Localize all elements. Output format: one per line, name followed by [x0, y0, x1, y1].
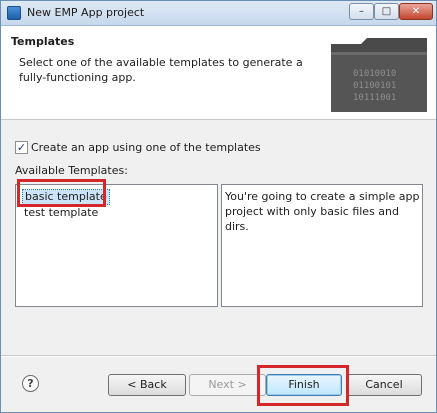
wizard-header: Templates Select one of the available te…: [1, 26, 436, 120]
page-description: Select one of the available templates to…: [19, 56, 303, 84]
folder-icon: 01010010 01100101 10111001: [331, 38, 427, 112]
banner-binary-line-3: 10111001: [353, 93, 396, 103]
close-icon: ✕: [411, 6, 421, 17]
banner-binary-line-1: 01010010: [353, 69, 396, 79]
template-item-test[interactable]: test template: [22, 206, 100, 220]
use-template-checkbox[interactable]: ✓: [15, 141, 28, 154]
maximize-button[interactable]: □: [374, 3, 399, 20]
highlight-basic-template: [17, 179, 106, 207]
template-description: You're going to create a simple app proj…: [225, 190, 420, 233]
highlight-finish-button: [257, 365, 349, 406]
close-button[interactable]: ✕: [399, 3, 433, 20]
page-title: Templates: [11, 35, 75, 48]
template-description-box: You're going to create a simple app proj…: [221, 184, 423, 307]
window-title: New EMP App project: [27, 6, 145, 19]
app-icon: [7, 6, 21, 20]
footer-divider: [1, 355, 436, 357]
maximize-icon: □: [381, 6, 392, 17]
help-icon[interactable]: ?: [22, 375, 39, 392]
minimize-icon: –: [359, 6, 364, 17]
wizard-window: New EMP App project – □ ✕ Templates Sele…: [0, 0, 437, 413]
title-bar: New EMP App project – □ ✕: [1, 1, 436, 26]
cancel-button[interactable]: Cancel: [346, 374, 422, 396]
checkmark-icon: ✓: [16, 141, 27, 154]
minimize-button[interactable]: –: [349, 3, 374, 20]
next-button[interactable]: Next >: [189, 374, 266, 396]
back-button[interactable]: < Back: [108, 374, 186, 396]
use-template-label: Create an app using one of the templates: [31, 141, 261, 154]
banner-binary-line-2: 01100101: [353, 81, 396, 91]
available-templates-label: Available Templates:: [15, 164, 128, 177]
